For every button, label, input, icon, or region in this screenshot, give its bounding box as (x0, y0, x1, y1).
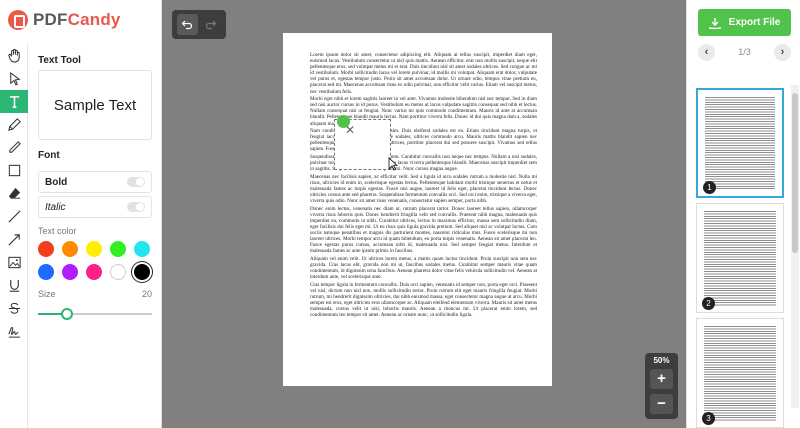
zoom-in-button[interactable]: + (650, 369, 673, 389)
pen-icon (7, 118, 21, 131)
image-icon (7, 256, 21, 269)
page-number-badge: 2 (702, 297, 715, 310)
download-icon (708, 17, 721, 29)
page-counter: 1/3 (738, 47, 751, 57)
italic-option[interactable]: Italic (38, 196, 152, 218)
right-panel: Export File ‹ 1/3 › 1 2 3 (686, 0, 800, 428)
tool-line[interactable] (0, 205, 28, 228)
color-swatch[interactable] (86, 241, 102, 257)
document-paragraph: Aliquam vel enim velit. Ut ultrices lore… (310, 256, 537, 281)
thumbnail-preview (704, 326, 776, 421)
strikethrough-icon (8, 302, 20, 314)
tool-pencil[interactable] (0, 136, 28, 159)
tool-rectangle[interactable] (0, 159, 28, 182)
italic-toggle[interactable] (127, 202, 145, 212)
italic-label: Italic (45, 201, 66, 213)
color-swatch[interactable] (38, 264, 54, 280)
line-icon (7, 210, 21, 223)
prev-page-button[interactable]: ‹ (698, 43, 715, 61)
underline-icon (9, 279, 19, 292)
bold-option[interactable]: Bold (38, 171, 152, 193)
hand-icon (7, 48, 20, 63)
tool-hand[interactable] (0, 44, 28, 67)
page-text: Lorem ipsum dolor sit amet, consectetur … (310, 52, 537, 382)
zoom-level: 50% (653, 356, 670, 365)
tool-eraser[interactable] (0, 182, 28, 205)
next-page-button[interactable]: › (773, 43, 791, 61)
tool-image[interactable] (0, 251, 28, 274)
page-thumbnail[interactable]: 2 (696, 203, 784, 313)
tool-underline[interactable] (0, 274, 28, 297)
bold-toggle[interactable] (127, 177, 145, 187)
color-swatch[interactable] (110, 264, 126, 280)
color-swatch[interactable] (86, 264, 102, 280)
bold-label: Bold (45, 176, 68, 188)
zoom-out-button[interactable]: − (650, 394, 673, 414)
size-slider[interactable] (38, 308, 152, 320)
page-navigator: ‹ 1/3 › (698, 43, 791, 61)
size-row: Size 20 (38, 289, 152, 299)
left-toolbar: PDFCandy Text Tool Sample Text Font Bold… (0, 0, 162, 428)
tool-signature[interactable] (0, 320, 28, 343)
eraser-icon (8, 187, 20, 199)
document-page[interactable]: Lorem ipsum dolor sit amet, consectetur … (283, 33, 552, 386)
logo-icon (8, 10, 28, 30)
close-icon[interactable]: ✕ (345, 124, 355, 136)
logo-text: PDFCandy (33, 10, 121, 30)
zoom-controls: 50% + − (645, 353, 678, 419)
logo-pdf: PDF (33, 10, 68, 29)
document-paragraph: Lorem ipsum dolor sit amet, consectetur … (310, 52, 537, 95)
tool-text[interactable] (0, 90, 28, 113)
pointer-icon (9, 71, 20, 86)
tool-arrow[interactable] (0, 228, 28, 251)
document-paragraph: Maecenas nec facilisis sapien, ac effici… (310, 173, 537, 205)
redo-icon (205, 20, 217, 29)
page-number-badge: 3 (702, 412, 715, 425)
logo-candy: Candy (67, 10, 121, 29)
tool-column (0, 44, 28, 428)
export-file-button[interactable]: Export File (698, 9, 791, 36)
signature-icon (7, 327, 20, 338)
thumbnail-scrollbar[interactable] (791, 85, 799, 408)
panel-title: Text Tool (38, 55, 81, 66)
color-swatch[interactable] (134, 241, 150, 257)
color-swatch[interactable] (62, 264, 78, 280)
color-swatches (38, 241, 158, 280)
redo-button[interactable] (201, 14, 222, 35)
rectangle-icon (8, 164, 20, 177)
page-number-badge: 1 (703, 181, 716, 194)
arrow-icon (7, 234, 20, 246)
thumbnail-preview (705, 97, 775, 190)
sample-text-preview: Sample Text (38, 70, 152, 140)
history-controls (172, 10, 226, 39)
undo-icon (181, 20, 193, 29)
export-label: Export File (728, 17, 781, 28)
text-color-label: Text color (38, 226, 77, 236)
mouse-cursor-icon (388, 157, 398, 171)
tool-strikethrough[interactable] (0, 297, 28, 320)
thumbnail-preview (704, 211, 776, 306)
color-swatch[interactable] (38, 241, 54, 257)
logo: PDFCandy (8, 10, 121, 30)
font-label: Font (38, 150, 60, 161)
size-label: Size (38, 289, 56, 299)
size-slider-thumb[interactable] (60, 308, 73, 320)
tool-pointer[interactable] (0, 67, 28, 90)
page-thumbnail[interactable]: 1 (696, 88, 784, 198)
text-tool-icon (9, 96, 19, 108)
size-value: 20 (141, 289, 152, 299)
color-swatch[interactable] (110, 241, 126, 257)
undo-button[interactable] (176, 14, 198, 35)
scrollbar-thumb[interactable] (792, 93, 798, 253)
document-paragraph: Donec enim lectus, venenatis nec diam ut… (310, 205, 537, 255)
color-swatch[interactable] (62, 241, 78, 257)
color-swatch[interactable] (134, 264, 150, 280)
document-paragraph: Cras tempor ligula in fermentum convalli… (310, 281, 537, 319)
page-thumbnail[interactable]: 3 (696, 318, 784, 428)
tool-pen[interactable] (0, 113, 28, 136)
pencil-icon (8, 141, 21, 153)
